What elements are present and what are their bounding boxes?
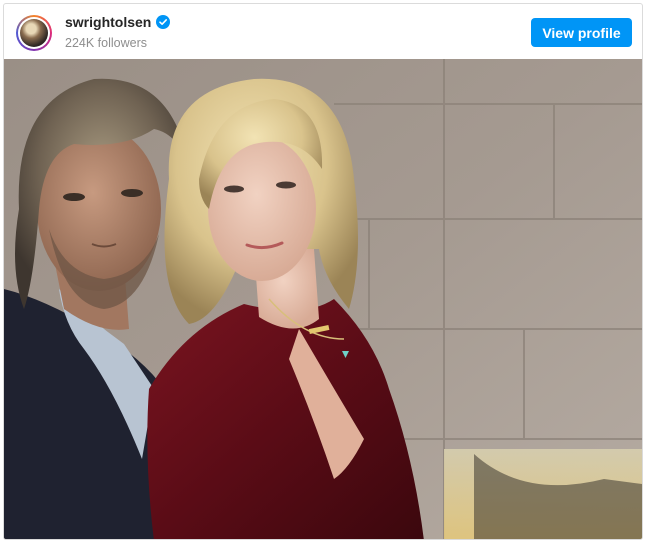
avatar-photo: [20, 19, 48, 47]
verified-badge-icon: [156, 15, 171, 29]
view-profile-button[interactable]: View profile: [531, 18, 632, 47]
avatar[interactable]: [16, 15, 52, 51]
post-photo: [4, 59, 642, 539]
avatar-frame: [18, 17, 50, 49]
username-row: swrightolsen: [65, 14, 171, 30]
post-image[interactable]: [4, 59, 642, 539]
follower-count: 224K followers: [65, 36, 147, 50]
post-header: swrightolsen 224K followers View profile: [4, 4, 642, 59]
username[interactable]: swrightolsen: [65, 14, 151, 30]
instagram-embed-card: swrightolsen 224K followers View profile: [3, 3, 643, 540]
